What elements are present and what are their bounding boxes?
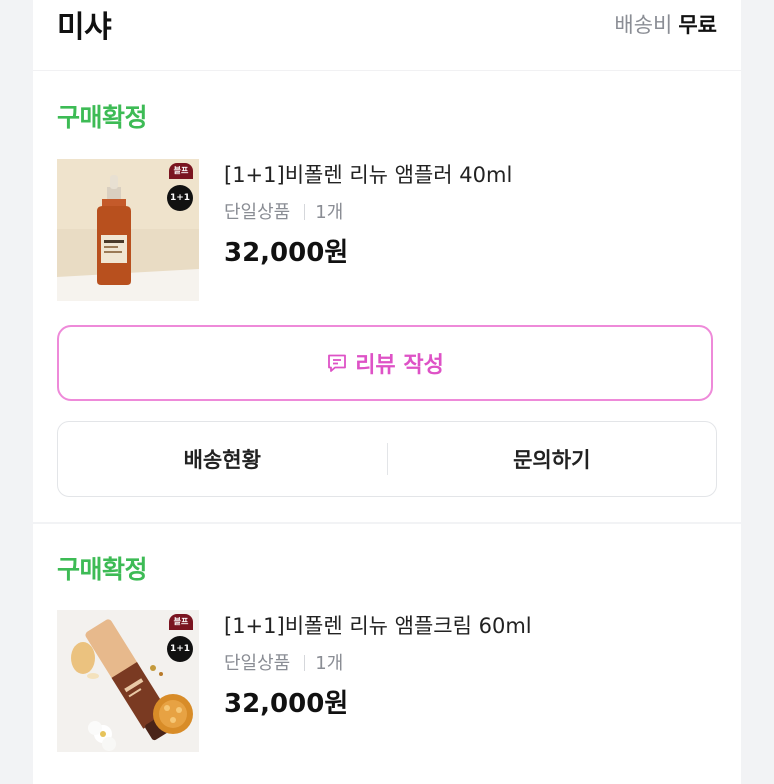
- shipping-fee: 배송비 무료: [614, 9, 717, 39]
- option-label: 단일상품: [224, 653, 291, 674]
- product-info: [1+1]비폴렌 리뉴 앰플러 40ml 단일상품 1개 32,000원: [224, 159, 714, 269]
- promo-badge-top: 블프: [169, 163, 193, 179]
- promo-badge-1plus1: 1+1: [167, 185, 193, 211]
- product-name[interactable]: [1+1]비폴렌 리뉴 앰플러 40ml: [224, 160, 714, 190]
- product-price: 32,000원: [224, 238, 349, 268]
- write-review-button[interactable]: 리뷰 작성: [57, 325, 713, 401]
- order-status: 구매확정: [57, 555, 148, 584]
- option-label: 단일상품: [224, 202, 291, 223]
- write-review-label: 리뷰 작성: [355, 353, 444, 378]
- product-thumbnail[interactable]: 블프 1+1: [57, 159, 199, 301]
- store-order-card: 미샤 배송비 무료 구매확정 블프 1+1 [1+1]비폴렌 리뉴 앰플러 40…: [33, 0, 741, 522]
- product-info: [1+1]비폴렌 리뉴 앰플크림 60ml 단일상품 1개 32,000원: [224, 610, 714, 720]
- inquiry-button[interactable]: 문의하기: [388, 422, 717, 496]
- promo-badge-top: 블프: [169, 614, 193, 630]
- product-option: 단일상품 1개: [224, 198, 714, 223]
- order-status: 구매확정: [57, 103, 148, 132]
- comment-icon: [328, 354, 347, 372]
- order-actions: 배송현황 문의하기: [57, 421, 717, 497]
- divider: [304, 655, 306, 671]
- store-header: 미샤 배송비 무료: [33, 0, 741, 71]
- product-row[interactable]: 블프 1+1 [1+1]비폴렌 리뉴 앰플러 40ml 단일상품 1개 32,00…: [57, 159, 717, 301]
- product-name[interactable]: [1+1]비폴렌 리뉴 앰플크림 60ml: [224, 611, 714, 641]
- shipping-status-button[interactable]: 배송현황: [58, 422, 387, 496]
- quantity-label: 1개: [315, 653, 344, 674]
- store-name[interactable]: 미샤: [57, 2, 112, 46]
- product-row[interactable]: 블프 1+1 [1+1]비폴렌 리뉴 앰플크림 60ml 단일상품 1개 32,0…: [57, 610, 717, 752]
- shipping-fee-label: 배송비: [614, 13, 673, 37]
- divider: [304, 204, 306, 220]
- quantity-label: 1개: [315, 202, 344, 223]
- shipping-fee-value: 무료: [678, 13, 717, 37]
- product-thumbnail[interactable]: 블프 1+1: [57, 610, 199, 752]
- product-option: 단일상품 1개: [224, 649, 714, 674]
- promo-badge-1plus1: 1+1: [167, 636, 193, 662]
- order-card: 구매확정 블프 1+1 [1+1]비폴렌 리뉴 앰플크림 60ml 단일상품 1…: [33, 524, 741, 784]
- product-price: 32,000원: [224, 689, 349, 719]
